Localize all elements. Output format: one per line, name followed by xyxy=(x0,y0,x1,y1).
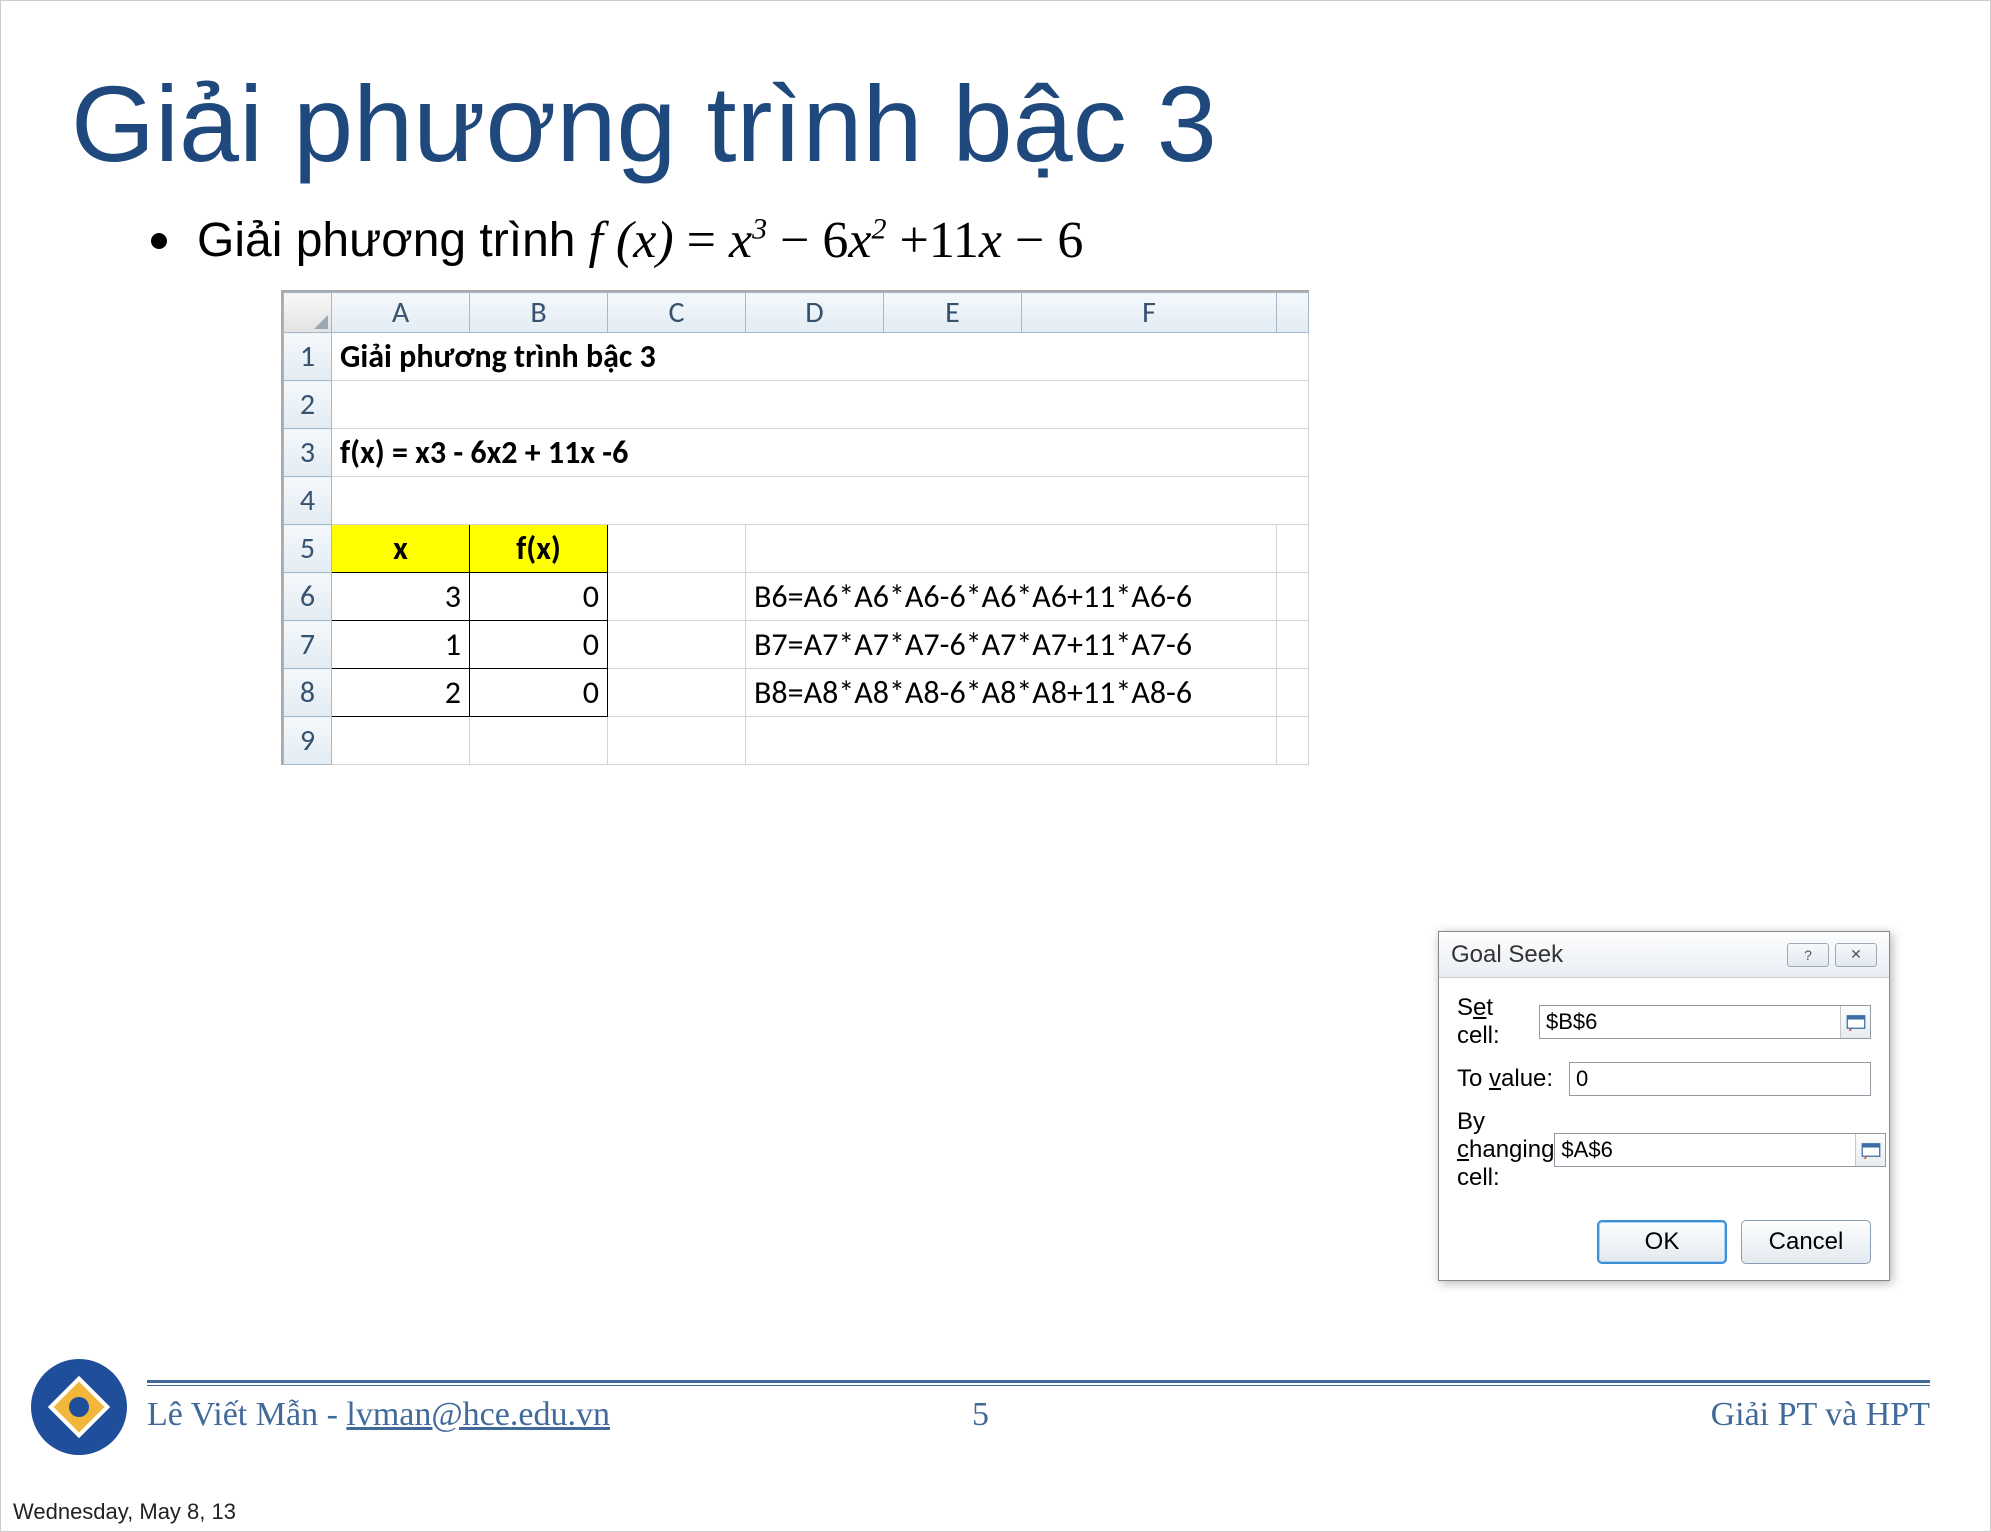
footer-author-name: Lê Viết Mẫn - xyxy=(147,1396,346,1433)
cell-C9[interactable] xyxy=(608,717,746,765)
cell-C8[interactable] xyxy=(608,669,746,717)
row-header-7[interactable]: 7 xyxy=(284,621,332,669)
cancel-button-label: Cancel xyxy=(1769,1228,1844,1256)
set-cell-input[interactable] xyxy=(1540,1009,1840,1035)
cell-B6[interactable]: 0 xyxy=(470,573,608,621)
row-header-3[interactable]: 3 xyxy=(284,429,332,477)
cell-C6[interactable] xyxy=(608,573,746,621)
by-changing-input[interactable] xyxy=(1555,1137,1855,1163)
set-cell-label: Set cell: xyxy=(1457,994,1539,1050)
cell-C7[interactable] xyxy=(608,621,746,669)
row-header-9[interactable]: 9 xyxy=(284,717,332,765)
help-button[interactable]: ? xyxy=(1787,943,1829,967)
by-changing-picker[interactable] xyxy=(1855,1134,1885,1166)
set-cell-picker[interactable] xyxy=(1840,1006,1870,1038)
to-value-label: To value: xyxy=(1457,1065,1569,1093)
col-header-B[interactable]: B xyxy=(470,293,608,333)
bullet-line: Giải phương trình f (x) = x3 − 6x2 +11x … xyxy=(151,211,1920,270)
cell-A5-header-x[interactable]: x xyxy=(332,525,470,573)
cell-B9[interactable] xyxy=(470,717,608,765)
footer-email: lvman@hce.edu.vn xyxy=(346,1396,610,1433)
cell-B7[interactable]: 0 xyxy=(470,621,608,669)
row-header-1[interactable]: 1 xyxy=(284,333,332,381)
presentation-date: Wednesday, May 8, 13 xyxy=(13,1499,236,1525)
cell-D5[interactable] xyxy=(746,525,1277,573)
col-header-D[interactable]: D xyxy=(746,293,884,333)
cell-B5-header-fx[interactable]: f(x) xyxy=(470,525,608,573)
cell-D6-formula[interactable]: B6=A6*A6*A6-6*A6*A6+11*A6-6 xyxy=(746,573,1277,621)
ok-button-label: OK xyxy=(1645,1228,1680,1256)
university-logo xyxy=(31,1359,127,1455)
equation: f (x) = x3 − 6x2 +11x − 6 xyxy=(575,211,1083,270)
cell-A9[interactable] xyxy=(332,717,470,765)
col-header-partial[interactable] xyxy=(1277,293,1309,333)
range-picker-icon xyxy=(1861,1140,1881,1160)
slide-footer: Lê Viết Mẫn - lvman@hce.edu.vn 5 Giải PT… xyxy=(31,1359,1930,1455)
cell-A7[interactable]: 1 xyxy=(332,621,470,669)
cell-A1[interactable]: Giải phương trình bậc 3 xyxy=(332,333,1309,381)
slide-title: Giải phương trình bậc 3 xyxy=(71,61,1920,186)
by-changing-input-wrap xyxy=(1554,1133,1886,1167)
by-changing-label: By changing cell: xyxy=(1457,1108,1554,1192)
dialog-title: Goal Seek xyxy=(1451,941,1563,969)
col-header-A[interactable]: A xyxy=(332,293,470,333)
row-header-6[interactable]: 6 xyxy=(284,573,332,621)
cell-G9[interactable] xyxy=(1277,717,1309,765)
cell-G7[interactable] xyxy=(1277,621,1309,669)
footer-author: Lê Viết Mẫn - lvman@hce.edu.vn xyxy=(147,1396,610,1434)
row-header-2[interactable]: 2 xyxy=(284,381,332,429)
row-header-5[interactable]: 5 xyxy=(284,525,332,573)
cell-row4[interactable] xyxy=(332,477,1309,525)
select-all-corner[interactable] xyxy=(284,293,332,333)
cell-A6[interactable]: 3 xyxy=(332,573,470,621)
goal-seek-dialog: Goal Seek ? ✕ Set cell: T xyxy=(1438,931,1890,1281)
help-icon: ? xyxy=(1804,947,1812,963)
row-header-8[interactable]: 8 xyxy=(284,669,332,717)
close-button[interactable]: ✕ xyxy=(1835,943,1877,967)
cell-A8[interactable]: 2 xyxy=(332,669,470,717)
footer-page-number: 5 xyxy=(972,1396,989,1434)
cell-G8[interactable] xyxy=(1277,669,1309,717)
dialog-titlebar[interactable]: Goal Seek ? ✕ xyxy=(1439,932,1889,978)
cell-G5[interactable] xyxy=(1277,525,1309,573)
range-picker-icon xyxy=(1846,1012,1866,1032)
bullet-icon xyxy=(151,233,167,249)
col-header-F[interactable]: F xyxy=(1022,293,1277,333)
cell-D8-formula[interactable]: B8=A8*A8*A8-6*A8*A8+11*A8-6 xyxy=(746,669,1277,717)
spreadsheet: A B C D E F 1 Giải phương trình bậc 3 2 xyxy=(281,290,1309,765)
footer-topic: Giải PT và HPT xyxy=(1711,1396,1930,1434)
row-header-4[interactable]: 4 xyxy=(284,477,332,525)
slide-page: Giải phương trình bậc 3 Giải phương trìn… xyxy=(0,0,1991,1532)
col-header-E[interactable]: E xyxy=(884,293,1022,333)
logo-diamond-icon xyxy=(48,1376,110,1438)
to-value-input-wrap xyxy=(1569,1062,1871,1096)
cell-D9[interactable] xyxy=(746,717,1277,765)
cell-B8[interactable]: 0 xyxy=(470,669,608,717)
close-icon: ✕ xyxy=(1850,946,1862,963)
to-value-input[interactable] xyxy=(1570,1066,1870,1092)
slide-body: Giải phương trình bậc 3 Giải phương trìn… xyxy=(1,1,1990,1475)
ok-button[interactable]: OK xyxy=(1597,1220,1727,1264)
cell-C5[interactable] xyxy=(608,525,746,573)
cell-D7-formula[interactable]: B7=A7*A7*A7-6*A7*A7+11*A7-6 xyxy=(746,621,1277,669)
col-header-C[interactable]: C xyxy=(608,293,746,333)
bullet-text: Giải phương trình xyxy=(197,213,575,268)
cancel-button[interactable]: Cancel xyxy=(1741,1220,1871,1264)
cell-row2[interactable] xyxy=(332,381,1309,429)
cell-G6[interactable] xyxy=(1277,573,1309,621)
cell-A3[interactable]: f(x) = x3 - 6x2 + 11x -6 xyxy=(332,429,1309,477)
set-cell-input-wrap xyxy=(1539,1005,1871,1039)
